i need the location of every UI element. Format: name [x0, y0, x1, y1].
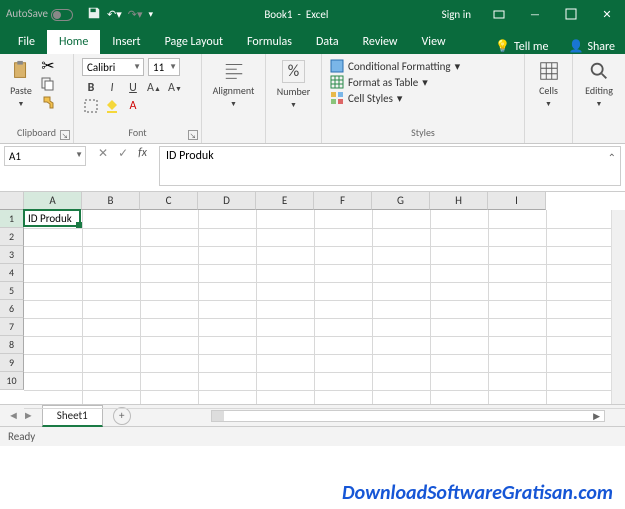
row-header[interactable]: 8 — [0, 336, 24, 354]
cut-icon[interactable]: ✂ — [38, 58, 58, 74]
select-all-corner[interactable] — [0, 192, 24, 210]
group-label-font: Font — [82, 126, 193, 141]
chevron-down-icon: ▼ — [169, 62, 177, 72]
borders-icon[interactable] — [82, 97, 100, 115]
autosave-toggle[interactable] — [51, 9, 73, 21]
group-label-styles: Styles — [330, 126, 516, 141]
status-bar: Ready — [0, 426, 625, 446]
vertical-scrollbar[interactable] — [611, 210, 625, 404]
search-icon — [588, 60, 610, 82]
tab-formulas[interactable]: Formulas — [235, 30, 304, 54]
tab-data[interactable]: Data — [304, 30, 351, 54]
tab-view[interactable]: View — [410, 30, 458, 54]
table-icon — [330, 75, 344, 89]
expand-formula-bar-icon[interactable]: ⌃ — [608, 151, 616, 164]
fill-color-icon[interactable] — [103, 97, 121, 115]
qat-customize-icon[interactable]: ▾ — [149, 9, 154, 20]
row-header[interactable]: 4 — [0, 264, 24, 282]
autosave-label: AutoSave — [0, 7, 79, 20]
column-header[interactable]: C — [140, 192, 198, 210]
column-header[interactable]: G — [372, 192, 430, 210]
column-header[interactable]: F — [314, 192, 372, 210]
minimize-icon[interactable]: — — [517, 0, 553, 28]
enter-formula-icon[interactable]: ✓ — [118, 146, 128, 161]
fx-icon[interactable]: fx — [138, 146, 147, 161]
column-header[interactable]: E — [256, 192, 314, 210]
row-header[interactable]: 5 — [0, 282, 24, 300]
number-format-button[interactable]: % Number▼ — [274, 58, 313, 111]
group-label-clipboard: Clipboard — [8, 126, 65, 141]
decrease-font-icon[interactable]: A▼ — [166, 79, 184, 97]
font-color-icon[interactable]: A — [124, 97, 142, 115]
sheet-nav-prev-icon[interactable]: ◄ — [8, 409, 19, 422]
cell-styles-button[interactable]: Cell Styles ▾ — [330, 90, 516, 106]
paste-button[interactable]: Paste▼ — [8, 58, 34, 110]
row-header[interactable]: 9 — [0, 354, 24, 372]
cancel-formula-icon[interactable]: ✕ — [98, 146, 108, 161]
scroll-right-icon[interactable]: ▶ — [593, 411, 600, 422]
cells-button[interactable]: Cells▼ — [533, 58, 564, 110]
conditional-formatting-icon — [330, 59, 344, 73]
row-header[interactable]: 7 — [0, 318, 24, 336]
row-header[interactable]: 3 — [0, 246, 24, 264]
underline-button[interactable]: U — [124, 79, 142, 97]
alignment-icon — [223, 60, 245, 82]
row-header[interactable]: 10 — [0, 372, 24, 390]
horizontal-scrollbar[interactable]: ▶ — [211, 410, 605, 422]
increase-font-icon[interactable]: A▲ — [145, 79, 163, 97]
watermark-text: DownloadSoftwareGratisan.com — [342, 481, 613, 505]
save-icon[interactable] — [87, 6, 101, 23]
italic-button[interactable]: I — [103, 79, 121, 97]
column-header[interactable]: A — [24, 192, 82, 210]
row-header[interactable]: 2 — [0, 228, 24, 246]
clipboard-dialog-launcher[interactable]: ↘ — [60, 130, 70, 140]
bold-button[interactable]: B — [82, 79, 100, 97]
tab-home[interactable]: Home — [47, 30, 100, 54]
cell-styles-icon — [330, 91, 344, 105]
undo-icon[interactable]: ↶▾ — [107, 8, 122, 21]
copy-icon[interactable] — [38, 76, 58, 92]
ribbon-display-icon[interactable] — [481, 0, 517, 28]
share-button[interactable]: 👤Share — [558, 39, 625, 54]
redo-icon[interactable]: ↷▾ — [128, 8, 143, 21]
maximize-icon[interactable] — [553, 0, 589, 28]
alignment-button[interactable]: Alignment▼ — [210, 58, 257, 110]
tab-insert[interactable]: Insert — [100, 30, 152, 54]
format-as-table-button[interactable]: Format as Table ▾ — [330, 74, 516, 90]
tab-pagelayout[interactable]: Page Layout — [153, 30, 235, 54]
close-icon[interactable]: ✕ — [589, 0, 625, 28]
chevron-down-icon: ▼ — [75, 150, 83, 160]
name-box[interactable]: A1▼ — [4, 146, 86, 166]
column-header[interactable]: D — [198, 192, 256, 210]
percent-icon: % — [282, 60, 305, 83]
active-cell[interactable]: ID Produk — [23, 209, 81, 227]
document-title: Book1 - Excel — [161, 8, 432, 21]
conditional-formatting-button[interactable]: Conditional Formatting ▾ — [330, 58, 516, 74]
tell-me-search[interactable]: 💡Tell me — [485, 39, 558, 54]
spreadsheet-grid[interactable]: 12345678910 ABCDEFGHI ID Produk — [0, 192, 625, 404]
share-icon: 👤 — [568, 39, 583, 54]
chevron-down-icon: ▼ — [133, 62, 141, 72]
sheet-nav-next-icon[interactable]: ► — [23, 409, 34, 422]
format-painter-icon[interactable] — [38, 94, 58, 110]
lightbulb-icon: 💡 — [495, 39, 510, 54]
font-name-select[interactable]: Calibri▼ — [82, 58, 144, 76]
clipboard-icon — [10, 60, 32, 82]
column-header[interactable]: I — [488, 192, 546, 210]
column-header[interactable]: B — [82, 192, 140, 210]
tab-review[interactable]: Review — [351, 30, 410, 54]
font-size-select[interactable]: 11▼ — [148, 58, 180, 76]
sign-in-link[interactable]: Sign in — [432, 8, 481, 21]
formula-bar[interactable]: ID Produk⌃ — [159, 146, 621, 186]
column-header[interactable]: H — [430, 192, 488, 210]
add-sheet-button[interactable]: + — [113, 407, 131, 425]
font-dialog-launcher[interactable]: ↘ — [188, 130, 198, 140]
row-header[interactable]: 1 — [0, 210, 24, 228]
cells-icon — [538, 60, 560, 82]
row-header[interactable]: 6 — [0, 300, 24, 318]
tab-file[interactable]: File — [6, 30, 47, 54]
editing-button[interactable]: Editing▼ — [581, 58, 617, 110]
